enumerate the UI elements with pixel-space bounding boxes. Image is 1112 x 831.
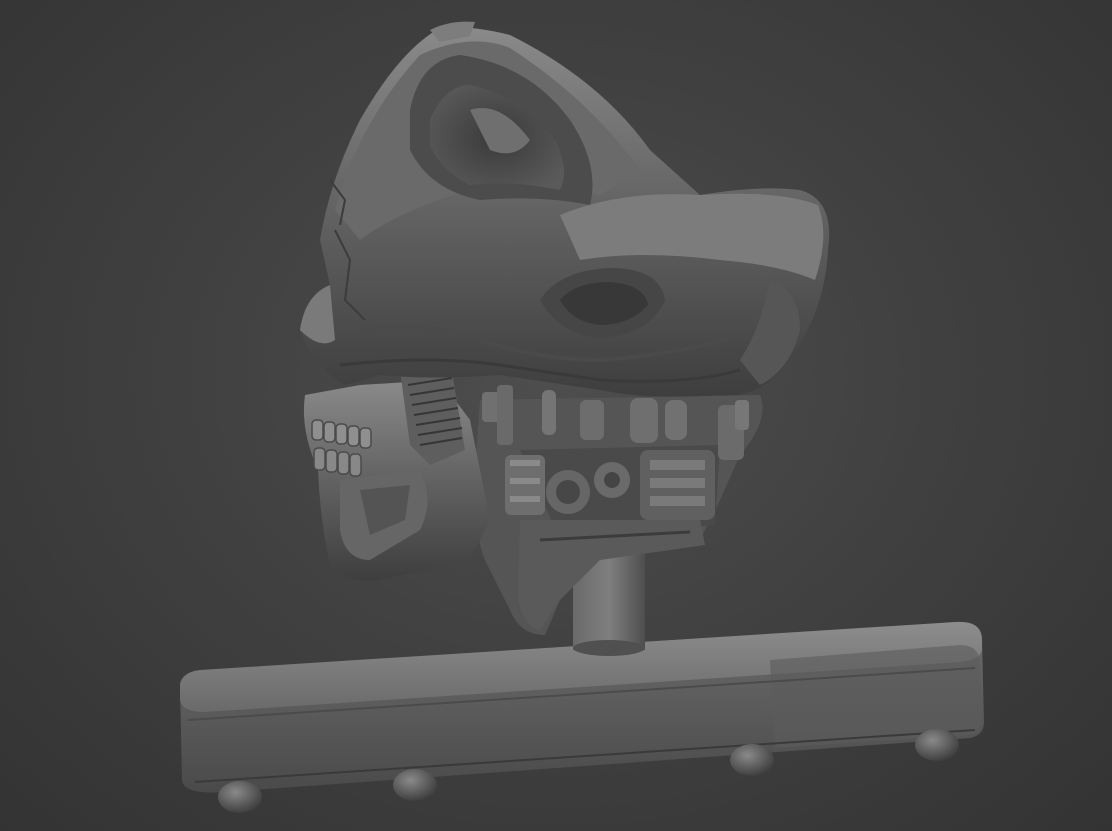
skull-jaw: [303, 360, 490, 581]
sculpt-render: [180, 21, 984, 813]
sculpt-viewport[interactable]: [0, 0, 1112, 831]
skull-mask: [300, 21, 830, 397]
